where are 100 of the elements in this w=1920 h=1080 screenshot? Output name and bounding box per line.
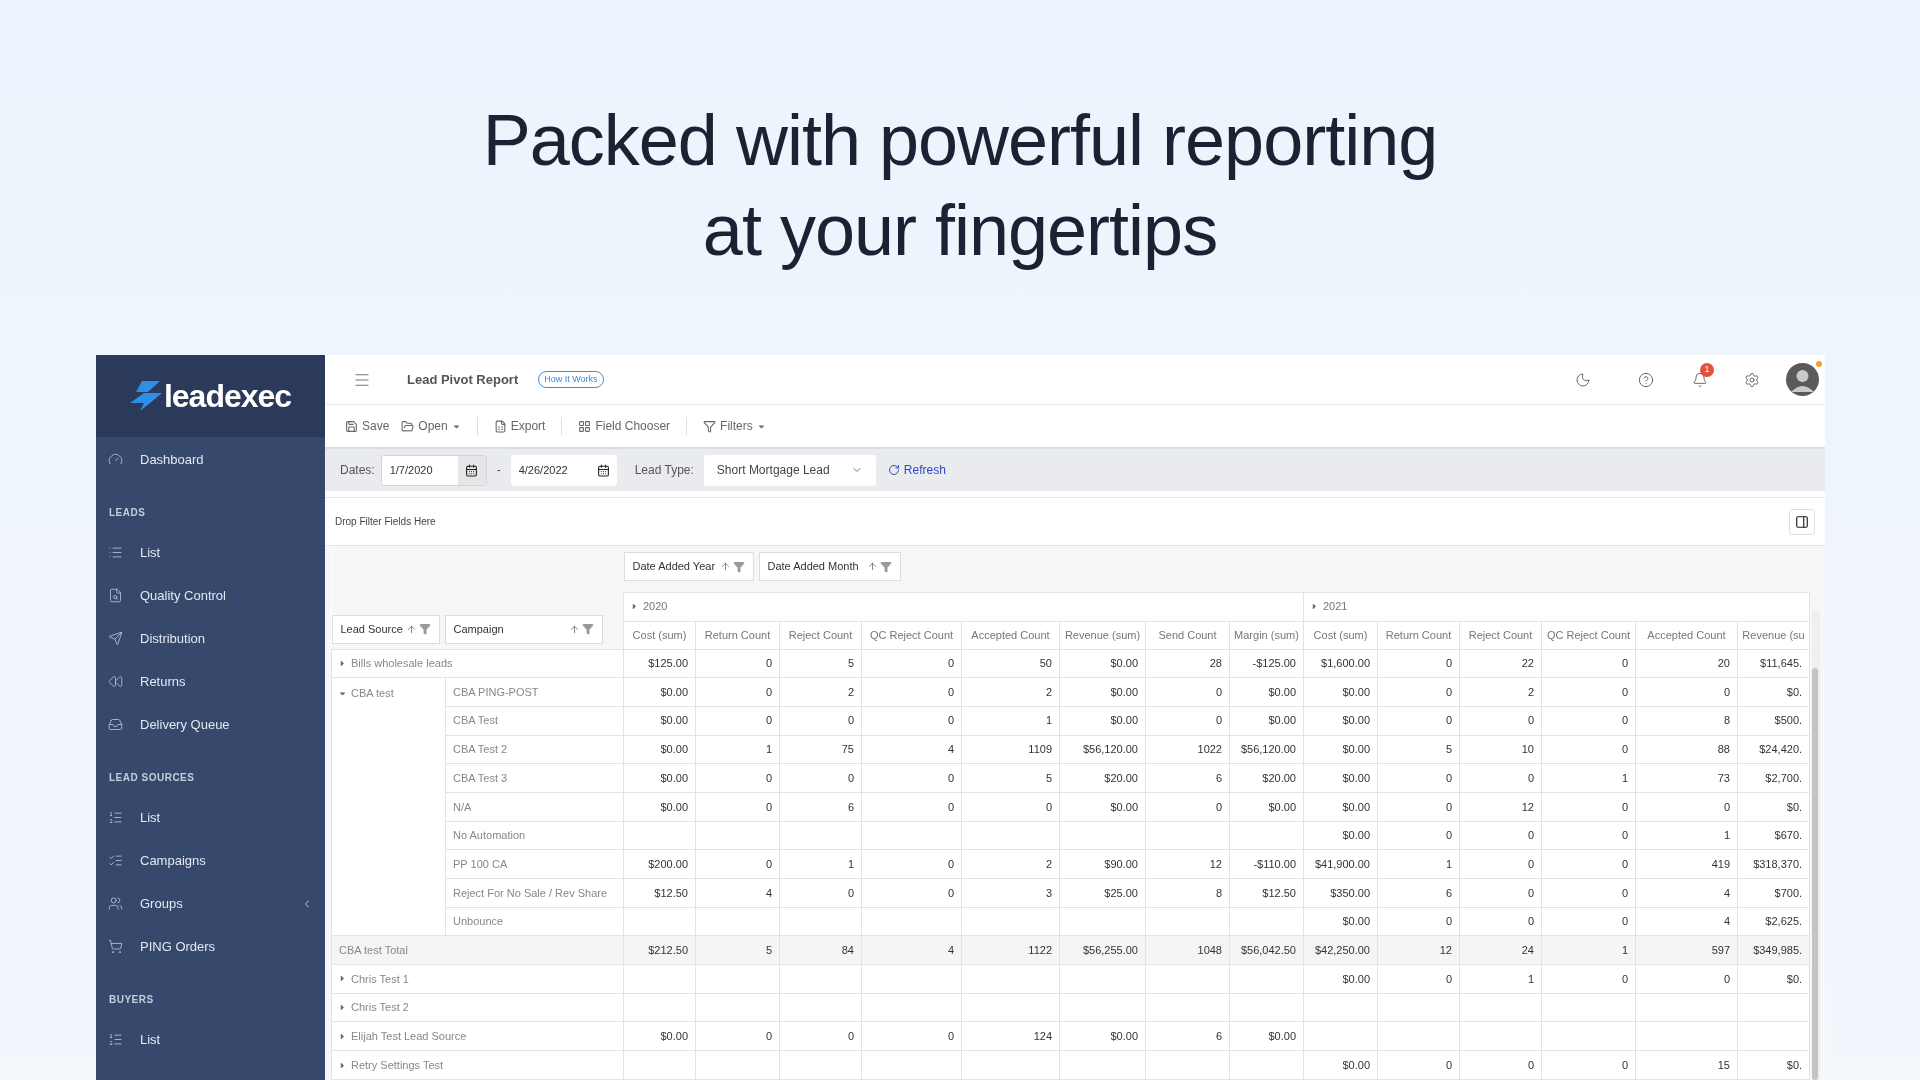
start-date-field[interactable]: 1/7/2020 <box>380 454 487 486</box>
table-cell: 0 <box>1377 907 1460 936</box>
caret-icon[interactable] <box>1310 602 1319 611</box>
logo-icon <box>129 381 162 411</box>
table-cell: $0. <box>1737 1050 1810 1080</box>
refresh-icon <box>887 464 900 476</box>
year-header[interactable]: 2021 <box>1323 598 1348 615</box>
table-cell: $0.00 <box>1059 792 1146 822</box>
help-icon[interactable] <box>1638 371 1654 388</box>
table-cell: 0 <box>1541 1050 1636 1080</box>
year-header[interactable]: 2020 <box>643 598 668 615</box>
sidebar-item[interactable]: List <box>96 531 325 574</box>
table-cell: 0 <box>1377 964 1460 994</box>
column-header[interactable]: Revenue (su <box>1737 621 1810 649</box>
table-cell: 1 <box>961 706 1060 736</box>
column-header[interactable]: Accepted Count <box>1635 621 1738 649</box>
moon-icon[interactable] <box>1575 371 1591 388</box>
sidebar-item[interactable]: Distribution <box>96 617 325 660</box>
filter-icon[interactable] <box>418 623 431 635</box>
row-header[interactable]: Chris Test 1 <box>351 970 409 988</box>
sort-icon[interactable] <box>866 561 878 572</box>
field-list-button[interactable] <box>1789 508 1815 535</box>
caret-icon[interactable] <box>338 1060 347 1070</box>
caret-icon[interactable] <box>338 974 347 984</box>
column-header[interactable]: Margin (sum) <box>1229 621 1304 649</box>
column-header[interactable]: Reject Count <box>779 621 862 649</box>
column-header[interactable]: Cost (sum) <box>1303 621 1378 649</box>
table-cell: $0.00 <box>1229 792 1304 822</box>
lead-type-select[interactable]: Short Mortgage Lead <box>703 454 876 486</box>
table-cell: 0 <box>1377 1050 1460 1080</box>
calendar-icon[interactable] <box>465 463 479 477</box>
toolbar-icon <box>345 419 358 433</box>
row-header[interactable]: Retry Settings Test <box>351 1056 444 1074</box>
table-cell: 0 <box>1541 821 1636 850</box>
calendar-icon[interactable] <box>596 463 610 477</box>
toolbar-button[interactable]: Filters <box>703 417 766 435</box>
toolbar-button[interactable]: Export <box>493 417 546 435</box>
caret-icon[interactable] <box>630 602 639 611</box>
table-cell: $0.00 <box>1303 1050 1378 1080</box>
table-cell: 2 <box>779 677 862 707</box>
column-header[interactable]: Revenue (sum) <box>1059 621 1146 649</box>
table-cell: 10 <box>1459 735 1542 764</box>
table-cell: $0.00 <box>623 1021 696 1051</box>
table-cell: $2,625. <box>1737 907 1810 936</box>
table-cell: $200.00 <box>623 849 696 879</box>
toolbar-button[interactable]: Open <box>401 417 461 435</box>
column-header[interactable]: Return Count <box>695 621 780 649</box>
table-cell: 1109 <box>961 735 1060 764</box>
sidebar-item-icon <box>108 810 123 825</box>
row-header[interactable]: Chris Test 2 <box>351 999 409 1016</box>
caret-icon[interactable] <box>338 1003 347 1013</box>
sidebar-item-icon <box>108 588 123 603</box>
sidebar-item-icon <box>108 939 123 954</box>
table-cell: 1048 <box>1145 935 1230 965</box>
settings-icon[interactable] <box>1744 371 1760 388</box>
row-header[interactable]: CBA test <box>351 685 394 702</box>
table-cell: $12.50 <box>623 878 696 908</box>
column-header[interactable]: Reject Count <box>1459 621 1542 649</box>
sidebar-item[interactable]: Delivery Queue <box>96 703 325 746</box>
sidebar-item[interactable]: Campaigns <box>96 839 325 882</box>
caret-icon[interactable] <box>338 658 347 668</box>
sidebar-item-icon <box>108 631 123 646</box>
column-header[interactable]: Cost (sum) <box>623 621 696 649</box>
table-cell: $0.00 <box>1059 1021 1146 1051</box>
refresh-button[interactable]: Refresh <box>887 461 946 479</box>
headline: Packed with powerful reporting <box>482 99 1438 182</box>
sidebar-item[interactable]: List <box>96 1018 325 1061</box>
sidebar-item[interactable]: Returns <box>96 660 325 703</box>
column-header[interactable]: Accepted Count <box>961 621 1060 649</box>
column-header[interactable]: QC Reject Count <box>861 621 962 649</box>
sort-icon[interactable] <box>719 561 731 572</box>
filter-icon[interactable] <box>879 560 892 573</box>
end-date-field[interactable]: 4/26/2022 <box>510 454 617 486</box>
field-chip-label[interactable]: Campaign <box>453 620 504 638</box>
sort-icon[interactable] <box>405 623 417 635</box>
table-cell: -$110.00 <box>1229 849 1304 879</box>
table-cell: $0.00 <box>1303 706 1378 736</box>
column-header[interactable]: QC Reject Count <box>1541 621 1636 649</box>
sort-icon[interactable] <box>568 623 580 635</box>
sidebar-item-icon <box>108 545 123 560</box>
table-cell: 0 <box>1377 821 1460 850</box>
avatar[interactable] <box>1786 363 1819 396</box>
caret-icon[interactable] <box>338 1031 347 1041</box>
range-separator: - <box>496 462 501 479</box>
sidebar-item[interactable]: PING Orders <box>96 925 325 968</box>
row-header: Unbounce <box>445 907 624 936</box>
bell-icon[interactable] <box>1692 371 1708 388</box>
table-cell: 0 <box>1459 849 1542 879</box>
toolbar-button[interactable]: Field Chooser <box>578 417 671 435</box>
sidebar-item[interactable]: Groups <box>96 882 325 925</box>
scrollbar-thumb[interactable] <box>1812 668 1819 1080</box>
toolbar-button[interactable]: Save <box>345 417 390 435</box>
column-header[interactable]: Send Count <box>1145 621 1230 649</box>
filter-icon[interactable] <box>581 623 594 635</box>
column-header[interactable]: Return Count <box>1377 621 1460 649</box>
sidebar-item[interactable]: Dashboard <box>96 438 325 481</box>
sidebar-item[interactable]: List <box>96 796 325 839</box>
filter-icon[interactable] <box>732 560 745 573</box>
sidebar-item[interactable]: Quality Control <box>96 574 325 617</box>
table-cell: $41,900.00 <box>1303 849 1378 879</box>
